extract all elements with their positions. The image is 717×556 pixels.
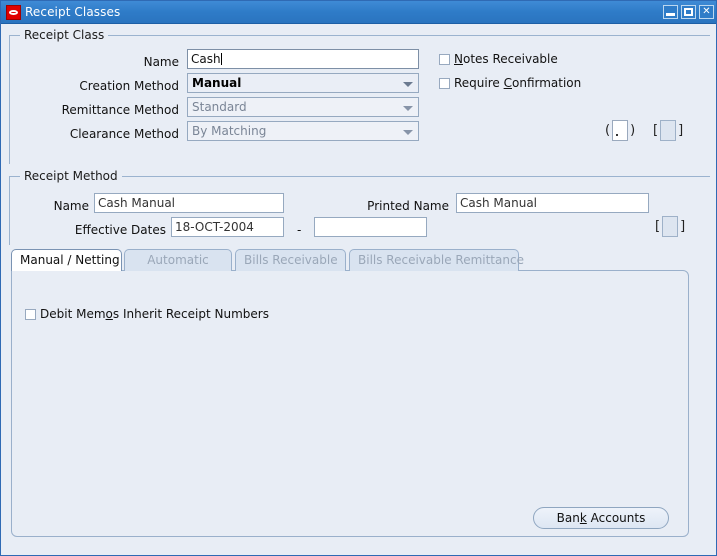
debit-memos-label-after: s Inherit Receipt Numbers bbox=[113, 307, 269, 321]
tab-bills-receivable-remittance-label: Bills Receivable Remittance bbox=[358, 253, 524, 267]
debit-memos-inherit-label: Debit Memos Inherit Receipt Numbers bbox=[40, 307, 269, 321]
receipt-method-name-value: Cash Manual bbox=[98, 196, 175, 210]
debit-memos-inherit-checkbox[interactable]: Debit Memos Inherit Receipt Numbers bbox=[25, 307, 269, 321]
bank-accounts-label-after: Accounts bbox=[587, 511, 646, 525]
close-button[interactable]: ✕ bbox=[699, 5, 714, 19]
checkbox-box bbox=[439, 78, 450, 89]
receipt-method-frame-title: Receipt Method bbox=[20, 169, 122, 183]
effective-date-to-input[interactable] bbox=[314, 217, 427, 237]
checkbox-box bbox=[439, 54, 450, 65]
chevron-down-icon bbox=[403, 130, 413, 135]
tab-automatic-label: Automatic bbox=[147, 253, 209, 267]
clearance-method-label: Clearance Method bbox=[41, 127, 179, 141]
effective-date-from-value: 18-OCT-2004 bbox=[175, 220, 254, 234]
lov-bracket-close: ] bbox=[678, 219, 687, 234]
minimize-icon bbox=[666, 13, 675, 16]
remittance-method-label: Remittance Method bbox=[41, 103, 179, 117]
tab-bills-receivable[interactable]: Bills Receivable bbox=[235, 249, 346, 271]
creation-method-poplist[interactable]: Manual bbox=[187, 73, 419, 93]
maximize-icon bbox=[684, 8, 693, 16]
remittance-method-poplist[interactable]: Standard bbox=[187, 97, 419, 117]
printed-name-label: Printed Name bbox=[333, 199, 449, 213]
clearance-method-poplist[interactable]: By Matching bbox=[187, 121, 419, 141]
effective-dates-separator: - bbox=[297, 223, 301, 237]
chevron-down-icon bbox=[403, 106, 413, 111]
lov-paren-close: ) bbox=[628, 123, 637, 138]
window-title: Receipt Classes bbox=[25, 5, 120, 19]
notes-receivable-label: Notes Receivable bbox=[454, 52, 558, 66]
receipt-classes-window: Receipt Classes ✕ Receipt Class Name Cas… bbox=[0, 0, 717, 556]
title-bar[interactable]: Receipt Classes ✕ bbox=[1, 1, 717, 24]
chevron-down-icon bbox=[403, 82, 413, 87]
receipt-class-name-input[interactable]: Cash bbox=[187, 49, 419, 69]
checkbox-box bbox=[25, 309, 36, 320]
creation-method-value: Manual bbox=[192, 76, 241, 90]
tab-manual-netting[interactable]: Manual / Netting bbox=[11, 249, 122, 271]
close-icon: ✕ bbox=[700, 6, 713, 18]
descriptive-flexfield-button[interactable] bbox=[612, 120, 628, 141]
descriptive-flexfield-button-2[interactable] bbox=[660, 120, 676, 141]
receipt-method-name-label: Name bbox=[11, 199, 89, 213]
tab-bills-receivable-label: Bills Receivable bbox=[244, 253, 338, 267]
tab-manual-netting-label: Manual / Netting bbox=[20, 253, 120, 267]
tab-bills-receivable-remittance[interactable]: Bills Receivable Remittance bbox=[349, 249, 519, 271]
effective-dates-label: Effective Dates bbox=[11, 223, 166, 237]
bank-accounts-label-before: Ban bbox=[557, 511, 580, 525]
bank-accounts-mnemonic: k bbox=[580, 511, 587, 525]
oracle-logo-icon bbox=[6, 5, 21, 20]
receipt-class-name-value: Cash bbox=[191, 52, 221, 66]
receipt-class-frame-title: Receipt Class bbox=[20, 28, 108, 42]
remittance-method-value: Standard bbox=[192, 100, 247, 114]
require-confirmation-label: Require Confirmation bbox=[454, 76, 581, 90]
receipt-class-name-label: Name bbox=[41, 55, 179, 69]
receipt-class-lov-group-right: [ ] bbox=[651, 120, 685, 141]
lov-bracket-open: [ bbox=[651, 123, 660, 138]
clearance-method-value: By Matching bbox=[192, 124, 266, 138]
receipt-method-name-input[interactable]: Cash Manual bbox=[94, 193, 284, 213]
printed-name-value: Cash Manual bbox=[460, 196, 537, 210]
maximize-button[interactable] bbox=[681, 5, 696, 19]
notes-receivable-checkbox[interactable]: Notes Receivable bbox=[439, 52, 558, 66]
debit-memos-label-before: Debit Mem bbox=[40, 307, 106, 321]
lov-paren-open: ( bbox=[603, 123, 612, 138]
tab-automatic[interactable]: Automatic bbox=[124, 249, 232, 271]
receipt-method-flexfield-button[interactable] bbox=[662, 216, 678, 237]
creation-method-label: Creation Method bbox=[41, 79, 179, 93]
lov-bracket-close: ] bbox=[676, 123, 685, 138]
text-caret bbox=[221, 53, 222, 65]
require-confirmation-checkbox[interactable]: Require Confirmation bbox=[439, 76, 581, 90]
printed-name-input[interactable]: Cash Manual bbox=[456, 193, 649, 213]
effective-date-from-input[interactable]: 18-OCT-2004 bbox=[171, 217, 284, 237]
receipt-class-lov-group-left: ( ) bbox=[603, 120, 637, 141]
tab-panel-manual-netting: Debit Memos Inherit Receipt Numbers Bank… bbox=[11, 270, 689, 537]
form-canvas: Receipt Class Name Cash Creation Method … bbox=[1, 24, 716, 555]
receipt-method-lov-group: [ ] bbox=[653, 216, 687, 237]
minimize-button[interactable] bbox=[663, 5, 678, 19]
debit-memos-mnemonic: o bbox=[106, 307, 113, 321]
bank-accounts-button[interactable]: Bank Accounts bbox=[533, 507, 669, 529]
lov-bracket-open: [ bbox=[653, 219, 662, 234]
